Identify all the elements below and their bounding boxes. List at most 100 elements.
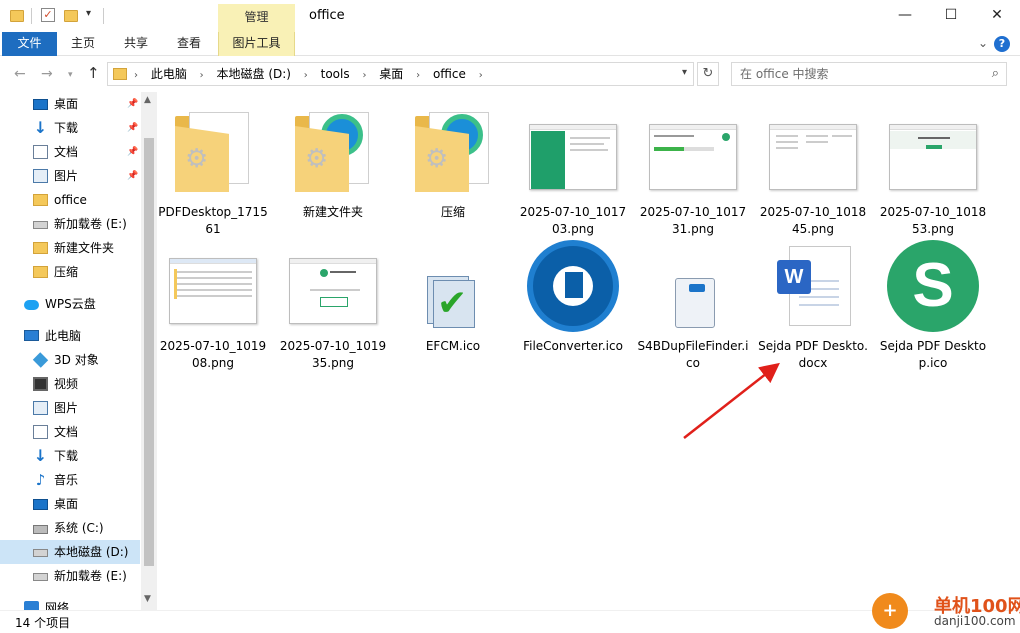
file-item[interactable]: ⚙ 新建文件夹	[277, 104, 389, 221]
breadcrumb-this-pc[interactable]: 此电脑	[151, 63, 187, 85]
sidebar-item[interactable]: 视频	[0, 372, 140, 396]
file-item[interactable]: 2025-07-10_101935.png	[277, 238, 389, 372]
tab-view[interactable]: 查看	[167, 32, 211, 56]
scroll-down-icon[interactable]: ▼	[144, 594, 151, 604]
chevron-right-icon[interactable]: ›	[479, 65, 483, 87]
breadcrumb-desktop[interactable]: 桌面	[379, 63, 403, 85]
file-item[interactable]: 2025-07-10_101703.png	[517, 104, 629, 238]
sidebar-item[interactable]: office	[0, 188, 140, 212]
search-box[interactable]: ⌕	[731, 62, 1007, 86]
sidebar-item[interactable]: 文档	[0, 420, 140, 444]
3d-objects-icon	[32, 352, 49, 368]
file-name: S4BDupFileFinder.ico	[637, 339, 749, 370]
close-button[interactable]: ✕	[974, 0, 1020, 31]
sidebar-scrollbar[interactable]: ▲ ▼	[141, 92, 157, 610]
chevron-right-icon[interactable]: ›	[200, 65, 204, 87]
sidebar-item[interactable]: 新建文件夹	[0, 236, 140, 260]
file-item[interactable]: W Sejda PDF Deskto.docx	[757, 238, 869, 372]
sidebar-item-label: 网络	[45, 601, 70, 610]
sidebar-item-label: 音乐	[54, 473, 79, 487]
sidebar-item[interactable]: 桌面 📌	[0, 92, 140, 116]
file-name: 新建文件夹	[302, 205, 363, 219]
file-item[interactable]: ⚙ 压缩	[397, 104, 509, 221]
sidebar-item[interactable]: WPS云盘	[0, 292, 140, 316]
pin-icon[interactable]: 📌	[127, 164, 138, 188]
sidebar-item[interactable]: 文档 📌	[0, 140, 140, 164]
file-item[interactable]: 2025-07-10_101731.png	[637, 104, 749, 238]
tab-share[interactable]: 共享	[114, 32, 158, 56]
breadcrumb-drive-d[interactable]: 本地磁盘 (D:)	[217, 63, 291, 85]
sidebar-item[interactable]: ↓ 下载 📌	[0, 116, 140, 140]
sidebar-item[interactable]: 3D 对象	[0, 348, 140, 372]
file-item[interactable]: FileConverter.ico	[517, 238, 629, 355]
folder-icon: ⚙	[285, 104, 381, 200]
sidebar-item[interactable]: 系统 (C:)	[0, 516, 140, 540]
sidebar-item[interactable]: 桌面	[0, 492, 140, 516]
refresh-button[interactable]: ↻	[697, 62, 719, 86]
sidebar-item[interactable]: 压缩	[0, 260, 140, 284]
drive-icon	[33, 549, 48, 557]
chevron-right-icon[interactable]: ›	[362, 65, 366, 87]
search-icon[interactable]: ⌕	[992, 66, 999, 81]
sidebar-item[interactable]: 新加载卷 (E:)	[0, 564, 140, 588]
new-folder-icon[interactable]	[64, 10, 78, 22]
minimize-button[interactable]: —	[882, 0, 928, 31]
folder-icon: ⚙	[165, 104, 261, 200]
pin-icon[interactable]: 📌	[127, 92, 138, 116]
tab-picture-tools[interactable]: 图片工具	[218, 32, 295, 56]
address-bar[interactable]: › 此电脑 › 本地磁盘 (D:) › tools › 桌面 › office …	[107, 62, 694, 86]
sidebar-item[interactable]: ♪ 音乐	[0, 468, 140, 492]
watermark-logo: +	[872, 593, 908, 629]
network-icon	[24, 601, 39, 610]
recent-locations-icon[interactable]: ▾	[68, 70, 73, 80]
folder-icon	[33, 266, 48, 278]
chevron-right-icon[interactable]: ›	[304, 65, 308, 87]
file-name: 2025-07-10_101935.png	[279, 339, 387, 370]
manage-context-tab[interactable]: 管理	[218, 4, 295, 32]
sidebar-item[interactable]: 本地磁盘 (D:)	[0, 540, 140, 564]
expand-ribbon-icon[interactable]: ⌄	[978, 36, 988, 50]
navigation-bar: ← → ▾ ↑ › 此电脑 › 本地磁盘 (D:) › tools › 桌面 ›…	[0, 56, 1020, 92]
sidebar-item[interactable]: 新加载卷 (E:)	[0, 212, 140, 236]
file-item[interactable]: S4BDupFileFinder.ico	[637, 238, 749, 372]
file-thumbnail: ✔	[405, 238, 501, 334]
breadcrumb-tools[interactable]: tools	[321, 63, 350, 85]
pin-icon[interactable]: 📌	[127, 116, 138, 140]
customize-quick-access-icon[interactable]: ▾	[86, 8, 91, 26]
tab-file[interactable]: 文件	[2, 32, 57, 56]
back-icon[interactable]: ←	[14, 66, 26, 82]
file-item[interactable]: 2025-07-10_101853.png	[877, 104, 989, 238]
chevron-right-icon[interactable]: ›	[416, 65, 420, 87]
document-icon	[33, 145, 48, 159]
file-item[interactable]: ⚙ PDFDesktop_171561	[157, 104, 269, 238]
file-item[interactable]: 2025-07-10_101845.png	[757, 104, 869, 238]
chevron-down-icon[interactable]: ▾	[682, 67, 687, 78]
file-item[interactable]: 2025-07-10_101908.png	[157, 238, 269, 372]
forward-icon[interactable]: →	[41, 66, 53, 82]
sidebar-item[interactable]: 此电脑	[0, 324, 140, 348]
scrollbar-thumb[interactable]	[144, 138, 154, 566]
file-name: 压缩	[440, 205, 465, 219]
title-bar: ✓ ▾ 管理 office — ☐ ✕	[0, 0, 1020, 32]
sidebar-item[interactable]: 图片 📌	[0, 164, 140, 188]
sidebar-item[interactable]: 网络	[0, 596, 140, 610]
maximize-button[interactable]: ☐	[928, 0, 974, 31]
file-name: 2025-07-10_101731.png	[639, 205, 747, 236]
properties-icon[interactable]: ✓	[41, 8, 55, 22]
help-icon[interactable]: ?	[994, 36, 1010, 52]
up-icon[interactable]: ↑	[87, 64, 100, 82]
sidebar-item[interactable]: 图片	[0, 396, 140, 420]
chevron-right-icon: ›	[134, 70, 138, 81]
music-icon: ♪	[35, 471, 46, 489]
pin-icon[interactable]: 📌	[127, 140, 138, 164]
breadcrumb-office[interactable]: office	[433, 63, 466, 85]
file-item[interactable]: ✔ EFCM.ico	[397, 238, 509, 355]
computer-icon	[24, 330, 39, 341]
search-input[interactable]	[740, 66, 970, 82]
drive-icon	[33, 573, 48, 581]
scroll-up-icon[interactable]: ▲	[144, 95, 151, 105]
tab-home[interactable]: 主页	[61, 32, 105, 56]
sidebar-item[interactable]: ↓ 下载	[0, 444, 140, 468]
file-item[interactable]: S Sejda PDF Desktop.ico	[877, 238, 989, 372]
divider	[31, 8, 32, 24]
